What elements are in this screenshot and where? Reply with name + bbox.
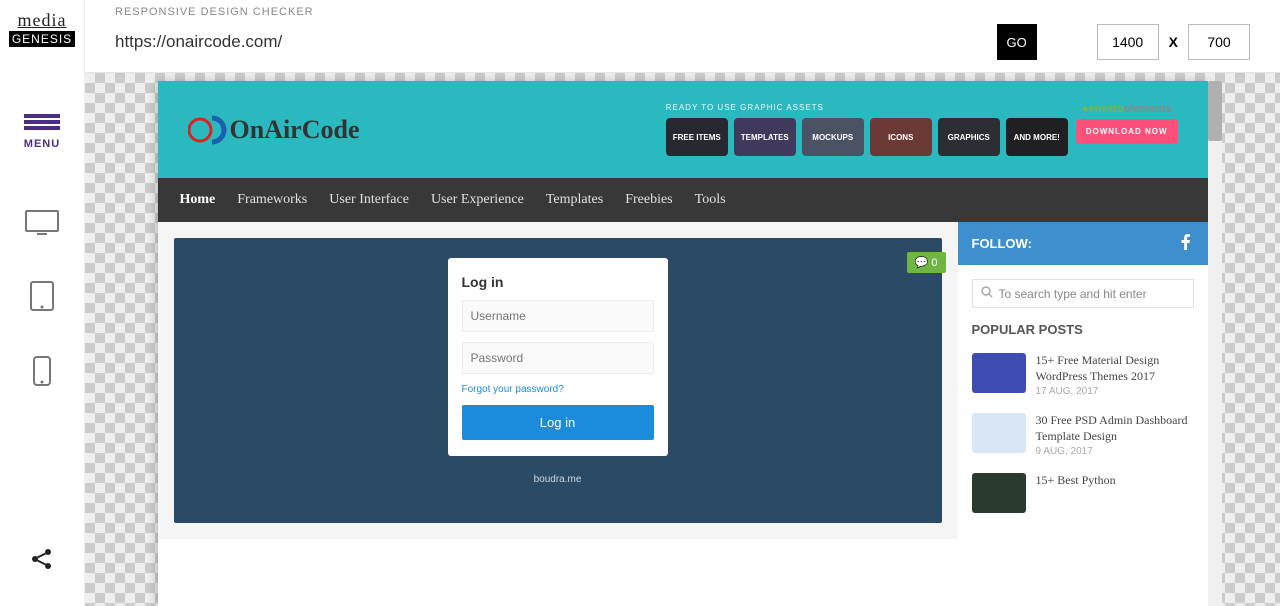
nav-tools[interactable]: Tools (695, 192, 726, 208)
nav-frameworks[interactable]: Frameworks (237, 192, 307, 208)
url-input[interactable] (115, 26, 987, 59)
phone-icon[interactable] (33, 356, 51, 391)
download-now-button[interactable]: DOWNLOAD NOW (1076, 119, 1178, 144)
nav-user-experience[interactable]: User Experience (431, 192, 524, 208)
password-input[interactable] (462, 342, 654, 374)
share-icon[interactable] (30, 547, 54, 576)
desktop-icon[interactable] (25, 210, 59, 241)
post-date: 17 AUG, 2017 (1036, 386, 1194, 397)
username-input[interactable] (462, 300, 654, 332)
post-title: 15+ Best Python (1036, 473, 1116, 489)
nav-templates[interactable]: Templates (546, 192, 603, 208)
onaircode-logo[interactable]: OnAirCode (188, 114, 360, 146)
asset-tile-mockups[interactable]: MOCKUPS (802, 118, 864, 156)
login-dialog: Log in Forgot your password? Log in (448, 258, 668, 456)
toolbar: RESPONSIVE DESIGN CHECKER GO X (85, 0, 1280, 73)
login-title: Log in (462, 274, 654, 290)
post-title: 30 Free PSD Admin Dashboard Template Des… (1036, 413, 1194, 444)
go-button[interactable]: GO (997, 24, 1037, 60)
site-header: OnAirCode READY TO USE GRAPHIC ASSETS FR… (158, 81, 1208, 178)
forgot-password-link[interactable]: Forgot your password? (462, 384, 654, 395)
post-date: 9 AUG, 2017 (1036, 446, 1194, 457)
envato-logo: ●envatoelements (1082, 103, 1172, 115)
asset-tile-free-items[interactable]: FREE ITEMS (666, 118, 728, 156)
follow-bar: FOLLOW: (958, 222, 1208, 265)
height-input[interactable] (1188, 24, 1250, 60)
popular-post-item[interactable]: 30 Free PSD Admin Dashboard Template Des… (958, 405, 1208, 465)
nav-user-interface[interactable]: User Interface (329, 192, 409, 208)
nav-freebies[interactable]: Freebies (625, 192, 672, 208)
login-card: 💬0 Log in Forgot your password? Log in b… (174, 238, 942, 523)
search-icon (981, 286, 993, 301)
asset-tile-graphics[interactable]: GRAPHICS (938, 118, 1000, 156)
envato-promo: READY TO USE GRAPHIC ASSETS FREE ITEMSTE… (666, 103, 1178, 156)
asset-tile-templates[interactable]: TEMPLATES (734, 118, 796, 156)
login-button[interactable]: Log in (462, 405, 654, 440)
menu-button[interactable]: MENU (24, 112, 60, 150)
width-input[interactable] (1097, 24, 1159, 60)
popular-post-item[interactable]: 15+ Best Python (958, 465, 1208, 521)
facebook-icon[interactable] (1178, 234, 1194, 253)
app-sidebar: media GENESIS MENU (0, 0, 85, 606)
dimension-separator: X (1169, 34, 1178, 50)
site-sidebar: FOLLOW: To search type and hit enter (958, 222, 1208, 539)
nav-home[interactable]: Home (180, 192, 216, 208)
mediagenesis-logo: media GENESIS (5, 0, 79, 57)
post-thumbnail (972, 353, 1026, 393)
post-thumbnail (972, 413, 1026, 453)
popular-posts-heading: POPULAR POSTS (958, 322, 1208, 345)
preview-site: OnAirCode READY TO USE GRAPHIC ASSETS FR… (158, 81, 1208, 606)
comment-badge[interactable]: 💬0 (907, 252, 946, 273)
post-title: 15+ Free Material Design WordPress Theme… (1036, 353, 1194, 384)
preview-scrollbar[interactable] (1208, 81, 1222, 606)
login-credit: boudra.me (194, 474, 922, 485)
hamburger-icon (24, 112, 60, 132)
search-input[interactable]: To search type and hit enter (972, 279, 1194, 308)
popular-post-item[interactable]: 15+ Free Material Design WordPress Theme… (958, 345, 1208, 405)
asset-tile-icons[interactable]: ICONS (870, 118, 932, 156)
site-navbar: Home Frameworks User Interface User Experie… (158, 178, 1208, 222)
menu-label: MENU (24, 138, 60, 150)
comment-icon: 💬 (915, 256, 929, 269)
tablet-icon[interactable] (30, 281, 54, 316)
preview-viewport: OnAirCode READY TO USE GRAPHIC ASSETS FR… (85, 73, 1280, 606)
tool-title: RESPONSIVE DESIGN CHECKER (115, 6, 1250, 18)
post-thumbnail (972, 473, 1026, 513)
asset-tile-and-more-[interactable]: AND MORE! (1006, 118, 1068, 156)
assets-heading: READY TO USE GRAPHIC ASSETS (666, 103, 824, 112)
